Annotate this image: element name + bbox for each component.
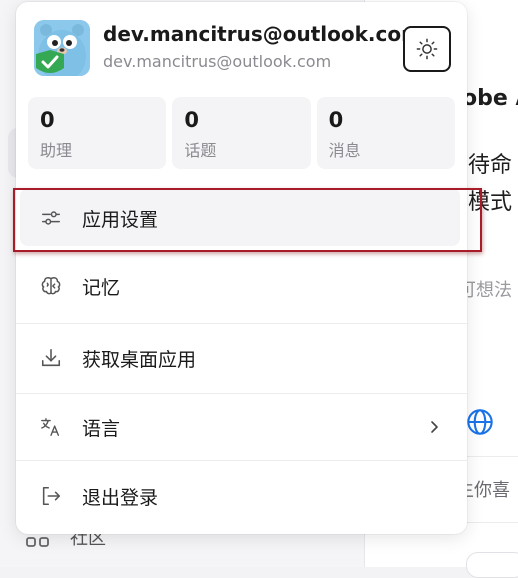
user-menu-popup: dev.mancitrus@outlook.com dev.mancitrus@… xyxy=(16,2,467,534)
logout-icon xyxy=(40,485,62,507)
account-email: dev.mancitrus@outlook.com xyxy=(103,22,422,46)
menu-item-label: 退出登录 xyxy=(82,486,159,509)
menu-item-label: 获取桌面应用 xyxy=(82,348,197,371)
menu-item-label: 记忆 xyxy=(82,276,121,299)
menu-item-label: 应用设置 xyxy=(82,208,159,231)
stats-row: 0 助理 0 话题 0 消息 xyxy=(28,97,455,169)
divider xyxy=(16,460,467,461)
stat-label: 消息 xyxy=(328,141,361,160)
main-text-line: 模式 xyxy=(468,190,513,215)
brain-icon xyxy=(40,275,62,297)
menu-item-language[interactable]: 语言 xyxy=(16,394,467,460)
account-email-secondary: dev.mancitrus@outlook.com xyxy=(103,52,332,71)
globe-icon[interactable] xyxy=(466,408,494,436)
stat-label: 话题 xyxy=(184,141,217,160)
menu-item-get-desktop-app[interactable]: 获取桌面应用 xyxy=(16,325,467,391)
stat-value: 0 xyxy=(328,108,344,132)
stat-topics[interactable]: 0 话题 xyxy=(172,97,311,169)
menu-item-memory[interactable]: 记忆 xyxy=(16,253,467,319)
stat-value: 0 xyxy=(184,108,199,132)
chip[interactable] xyxy=(466,552,518,578)
chevron-right-icon xyxy=(431,421,438,433)
stat-assistants[interactable]: 0 助理 xyxy=(28,97,167,169)
menu-item-app-settings[interactable]: 应用设置 xyxy=(16,185,467,251)
stat-messages[interactable]: 0 消息 xyxy=(316,97,455,169)
divider xyxy=(16,323,467,324)
avatar xyxy=(34,20,90,76)
theme-toggle-button[interactable] xyxy=(403,26,451,72)
main-title-fragment: obe A xyxy=(462,86,518,111)
menu-item-label: 语言 xyxy=(82,417,121,440)
main-text-line: 待命 xyxy=(468,153,513,178)
translate-icon xyxy=(40,416,62,438)
sun-icon xyxy=(416,38,438,60)
sliders-icon xyxy=(40,207,62,229)
gopher-avatar-icon xyxy=(34,20,90,76)
menu-item-logout[interactable]: 退出登录 xyxy=(16,463,467,529)
stat-label: 助理 xyxy=(40,141,73,160)
stat-value: 0 xyxy=(40,108,55,132)
download-icon xyxy=(40,347,62,369)
